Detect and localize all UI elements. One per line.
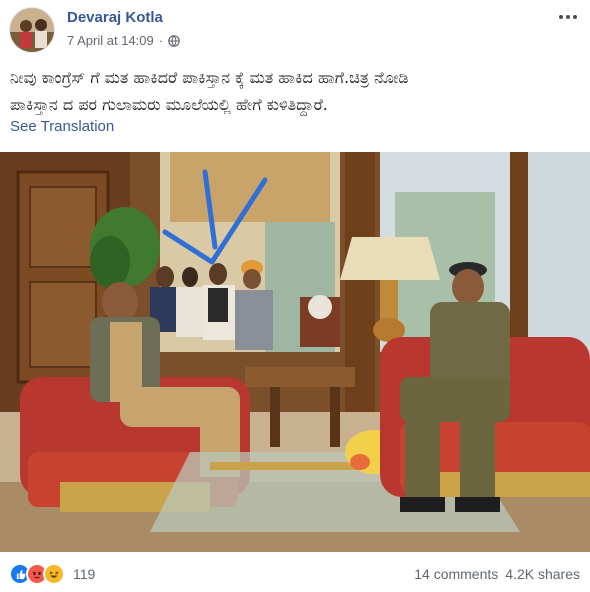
author-avatar[interactable] [9,7,55,53]
globe-icon[interactable] [168,34,180,47]
post-text: ನೀವು ಕಾಂಗ್ರೆಸ್ ಗೆ ಮತ ಹಾಕಿದರೆ ಪಾಕಿಸ್ತಾನ ಕ… [10,64,580,118]
haha-icon [43,563,65,585]
post-timestamp[interactable]: 7 April at 14:09 [67,33,154,48]
avatar-image [10,8,54,52]
see-translation-link[interactable]: See Translation [10,118,114,135]
post-meta: 7 April at 14:09 · [67,33,180,48]
comments-count-link[interactable]: 14 comments [414,566,498,582]
post-text-line-2: ಪಾಕಿಸ್ತಾನ ದ ಪರ ಗುಲಾಮರು ಮೂಲೆಯಲ್ಲಿ ಹೇಗೆ ಕು… [10,95,328,114]
post-stats: 14 comments 4.2K shares [414,566,580,582]
post-photo[interactable] [0,152,590,552]
meta-separator: · [158,33,164,48]
more-options-icon[interactable] [556,8,580,26]
post-text-line-1: ನೀವು ಕಾಂಗ್ರೆಸ್ ಗೆ ಮತ ಹಾಕಿದರೆ ಪಾಕಿಸ್ತಾನ ಕ… [10,68,409,87]
shares-count-link[interactable]: 4.2K shares [505,566,580,582]
photo-illustration [0,152,590,552]
author-name[interactable]: Devaraj Kotla [67,9,163,26]
facebook-post: Devaraj Kotla 7 April at 14:09 · ನೀವು ಕಾ… [0,0,590,592]
post-footer: 119 14 comments 4.2K shares [0,560,590,590]
reaction-count: 119 [73,566,96,582]
reactions-summary[interactable]: 119 [9,563,95,585]
